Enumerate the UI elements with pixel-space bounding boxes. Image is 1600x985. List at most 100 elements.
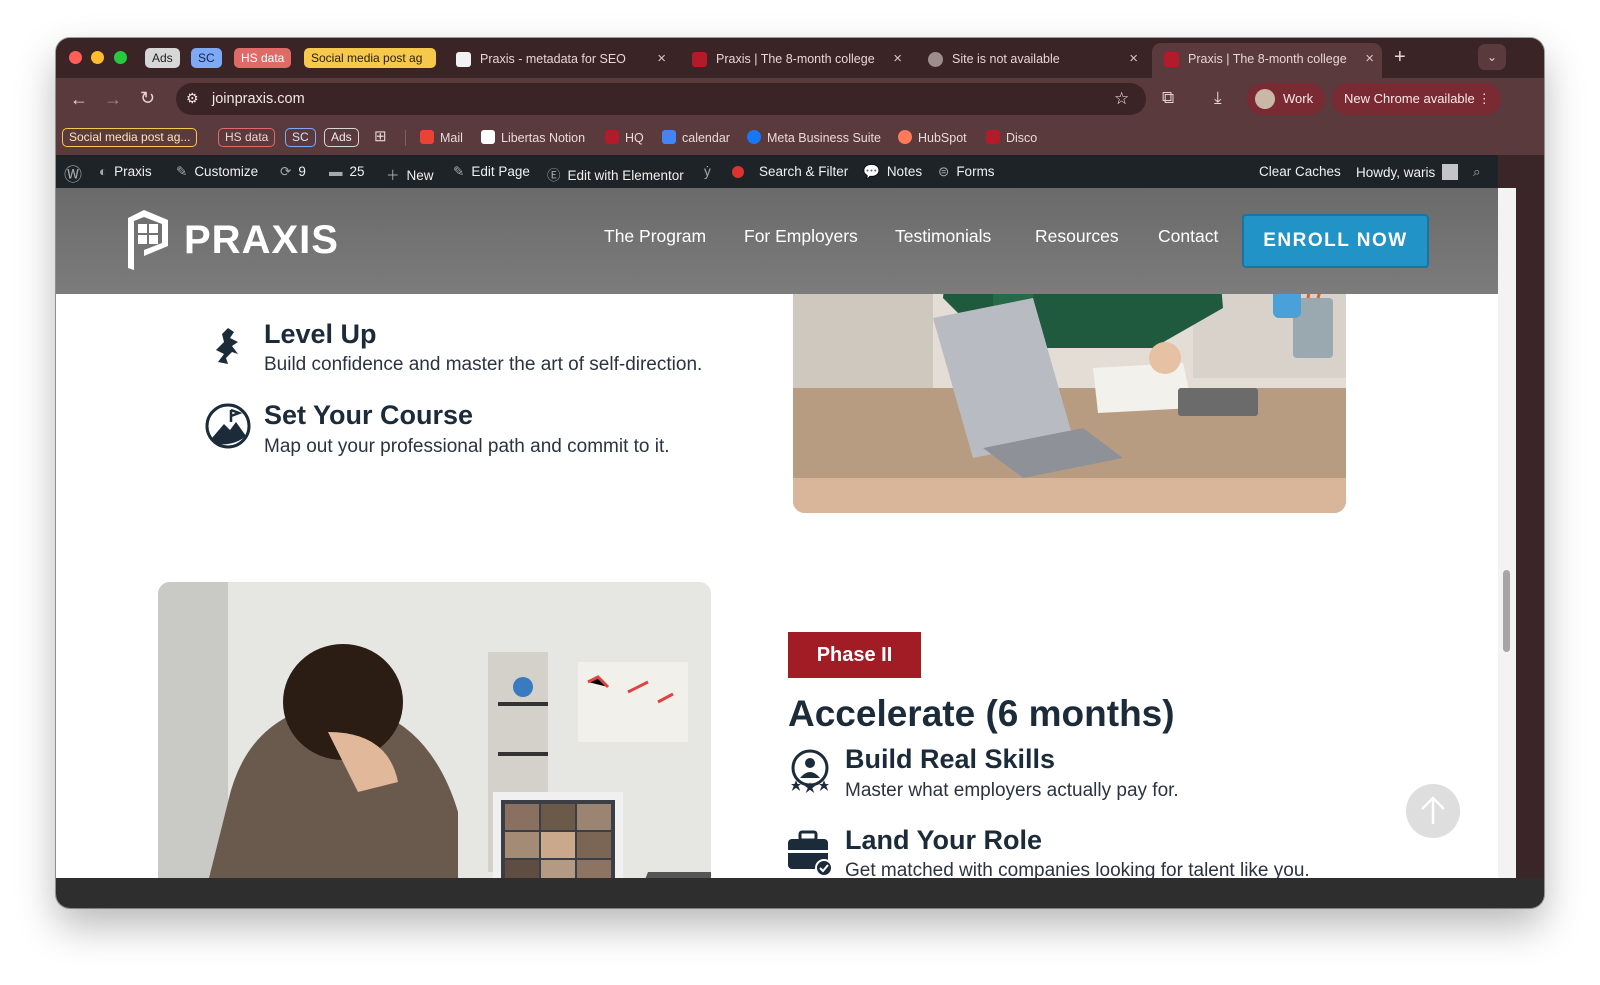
back-arrow-icon[interactable]: ← [70,90,88,108]
comments-count: 25 [349,164,365,179]
url-text: joinpraxis.com [212,91,305,107]
bookmark-disco[interactable]: Disco [986,130,1037,145]
close-tab-icon[interactable]: × [1129,43,1138,75]
runner-icon [216,328,238,364]
bookmark-label: Meta Business Suite [767,131,881,145]
tab-search-chevron-icon[interactable]: ⌄ [1478,44,1506,70]
bookmark-group-ads[interactable]: Ads [324,128,359,147]
enroll-now-button[interactable]: ENROLL NOW [1242,214,1429,268]
wp-updates-link[interactable]: ⟳ 9 [280,164,306,180]
wp-admin-bar: Ⓦ ◐ Praxis ✎ Customize ⟳ 9 ▬ 25 ＋ New ✎ Edit P… [56,155,1498,188]
yoast-icon[interactable]: ẏ [704,164,711,179]
praxis-favicon-icon [605,130,619,144]
wp-edit-page-link[interactable]: ✎ Edit Page [453,164,530,180]
nav-contact[interactable]: Contact [1158,226,1218,247]
bookmark-label: Mail [440,131,463,145]
forward-arrow-icon[interactable]: → [104,90,122,108]
tab-metadata-seo[interactable]: Praxis - metadata for SEO × [444,43,674,78]
bookmark-mail[interactable]: Mail [420,130,463,145]
wp-forms-link[interactable]: ⊜ Forms [938,164,995,180]
close-tab-icon[interactable]: × [1365,43,1374,75]
bookmark-hubspot[interactable]: HubSpot [898,130,967,145]
notion-icon [456,52,471,67]
site-logo-text[interactable]: PRAXIS [184,218,339,263]
maximize-window-button[interactable] [114,51,127,64]
nav-testimonials[interactable]: Testimonials [895,226,991,247]
more-menu-icon[interactable]: ⋮ [1478,83,1491,115]
praxis-favicon-icon [692,52,707,67]
wp-site-label: Praxis [114,164,152,179]
bookmark-group-hs[interactable]: HS data [218,128,276,147]
extensions-puzzle-icon[interactable]: ⧉ [1162,89,1174,106]
bookmark-group-sc[interactable]: SC [285,128,316,147]
bookmark-meta[interactable]: Meta Business Suite [747,130,881,145]
tab-site-unavailable[interactable]: Site is not available × [916,43,1146,78]
nav-resources[interactable]: Resources [1035,226,1119,247]
bookmark-group-social[interactable]: Social media post ag... [62,128,198,147]
wp-clear-caches-link[interactable]: Clear Caches [1259,164,1341,179]
wp-notes-link[interactable]: 💬 Notes [863,164,922,180]
calendar-icon [662,130,676,144]
tab-title: Praxis | The 8-month college [716,52,875,66]
tab-group-social-media[interactable]: Social media post ag [304,48,436,68]
praxis-logo-icon[interactable] [124,210,170,270]
bookmark-libertas-notion[interactable]: Libertas Notion [481,130,585,145]
avatar [1442,164,1459,180]
chrome-update-button[interactable]: New Chrome available ⋮ [1332,83,1501,115]
tab-group-hs-data[interactable]: HS data [234,48,292,68]
update-label: New Chrome available [1344,91,1475,106]
bookmark-hq[interactable]: HQ [605,130,644,145]
nav-the-program[interactable]: The Program [604,226,706,247]
wp-customize-label: Customize [194,164,259,179]
tab-praxis-active[interactable]: Praxis | The 8-month college × [1152,43,1382,78]
wp-new-link[interactable]: ＋ New [386,164,434,184]
skills-badge-icon [791,749,829,793]
site-info-icon[interactable]: ⚙ [186,91,199,105]
bookmark-star-icon[interactable]: ☆ [1114,90,1129,107]
tab-group-ads[interactable]: Ads [145,48,180,68]
address-bar[interactable]: ⚙ joinpraxis.com ☆ [176,83,1146,115]
search-icon[interactable]: ⌕ [1473,164,1481,180]
download-icon[interactable]: ⤓ [1214,89,1222,106]
close-tab-icon[interactable]: × [657,43,666,75]
meta-icon [747,130,761,144]
window-bottom-edge [56,878,1544,908]
gmail-icon [420,130,434,144]
wp-new-label: New [406,168,434,183]
bookmark-calendar[interactable]: calendar [662,130,730,145]
seo-status-icon [732,166,744,178]
tab-praxis-1[interactable]: Praxis | The 8-month college × [680,43,910,78]
notion-icon [481,130,495,144]
scroll-to-top-button[interactable] [1406,784,1460,838]
feature-description: Map out your professional path and commi… [264,436,670,457]
page-scrollbar[interactable] [1498,188,1516,908]
briefcase-check-icon [788,830,833,876]
wp-elementor-link[interactable]: Ⓔ Edit with Elementor [547,164,684,184]
close-window-button[interactable] [69,51,82,64]
bookmarks-bar: Social media post ag... HS data SC Ads ⊞… [56,120,1544,155]
hubspot-icon [898,130,912,144]
feature-title: Land Your Role [845,825,1043,855]
wp-edit-page-label: Edit Page [471,164,530,179]
profile-button[interactable]: Work [1247,83,1326,115]
wp-customize-link[interactable]: ✎ Customize [176,164,258,180]
avatar [1255,89,1275,109]
tab-group-sc[interactable]: SC [191,48,222,68]
minimize-window-button[interactable] [91,51,104,64]
wp-comments-link[interactable]: ▬ 25 [329,164,365,179]
nav-for-employers[interactable]: For Employers [744,226,858,247]
wp-search-filter-link[interactable]: Search & Filter [759,164,848,179]
close-tab-icon[interactable]: × [893,43,902,75]
arrow-up-icon [1421,796,1445,824]
scrollbar-thumb[interactable] [1503,570,1510,652]
phase-badge: Phase II [788,632,921,678]
wp-account-link[interactable]: Howdy, waris [1356,164,1459,180]
reload-icon[interactable]: ↻ [140,89,155,107]
new-tab-button[interactable]: + [1394,47,1406,67]
elementor-icon: Ⓔ [547,168,561,183]
apps-grid-icon[interactable]: ⊞ [374,129,387,144]
praxis-favicon-icon [986,130,1000,144]
plus-icon: ＋ [386,168,400,183]
wp-site-link[interactable]: ◐ Praxis [99,164,152,179]
wordpress-logo-icon[interactable]: Ⓦ [64,161,82,187]
